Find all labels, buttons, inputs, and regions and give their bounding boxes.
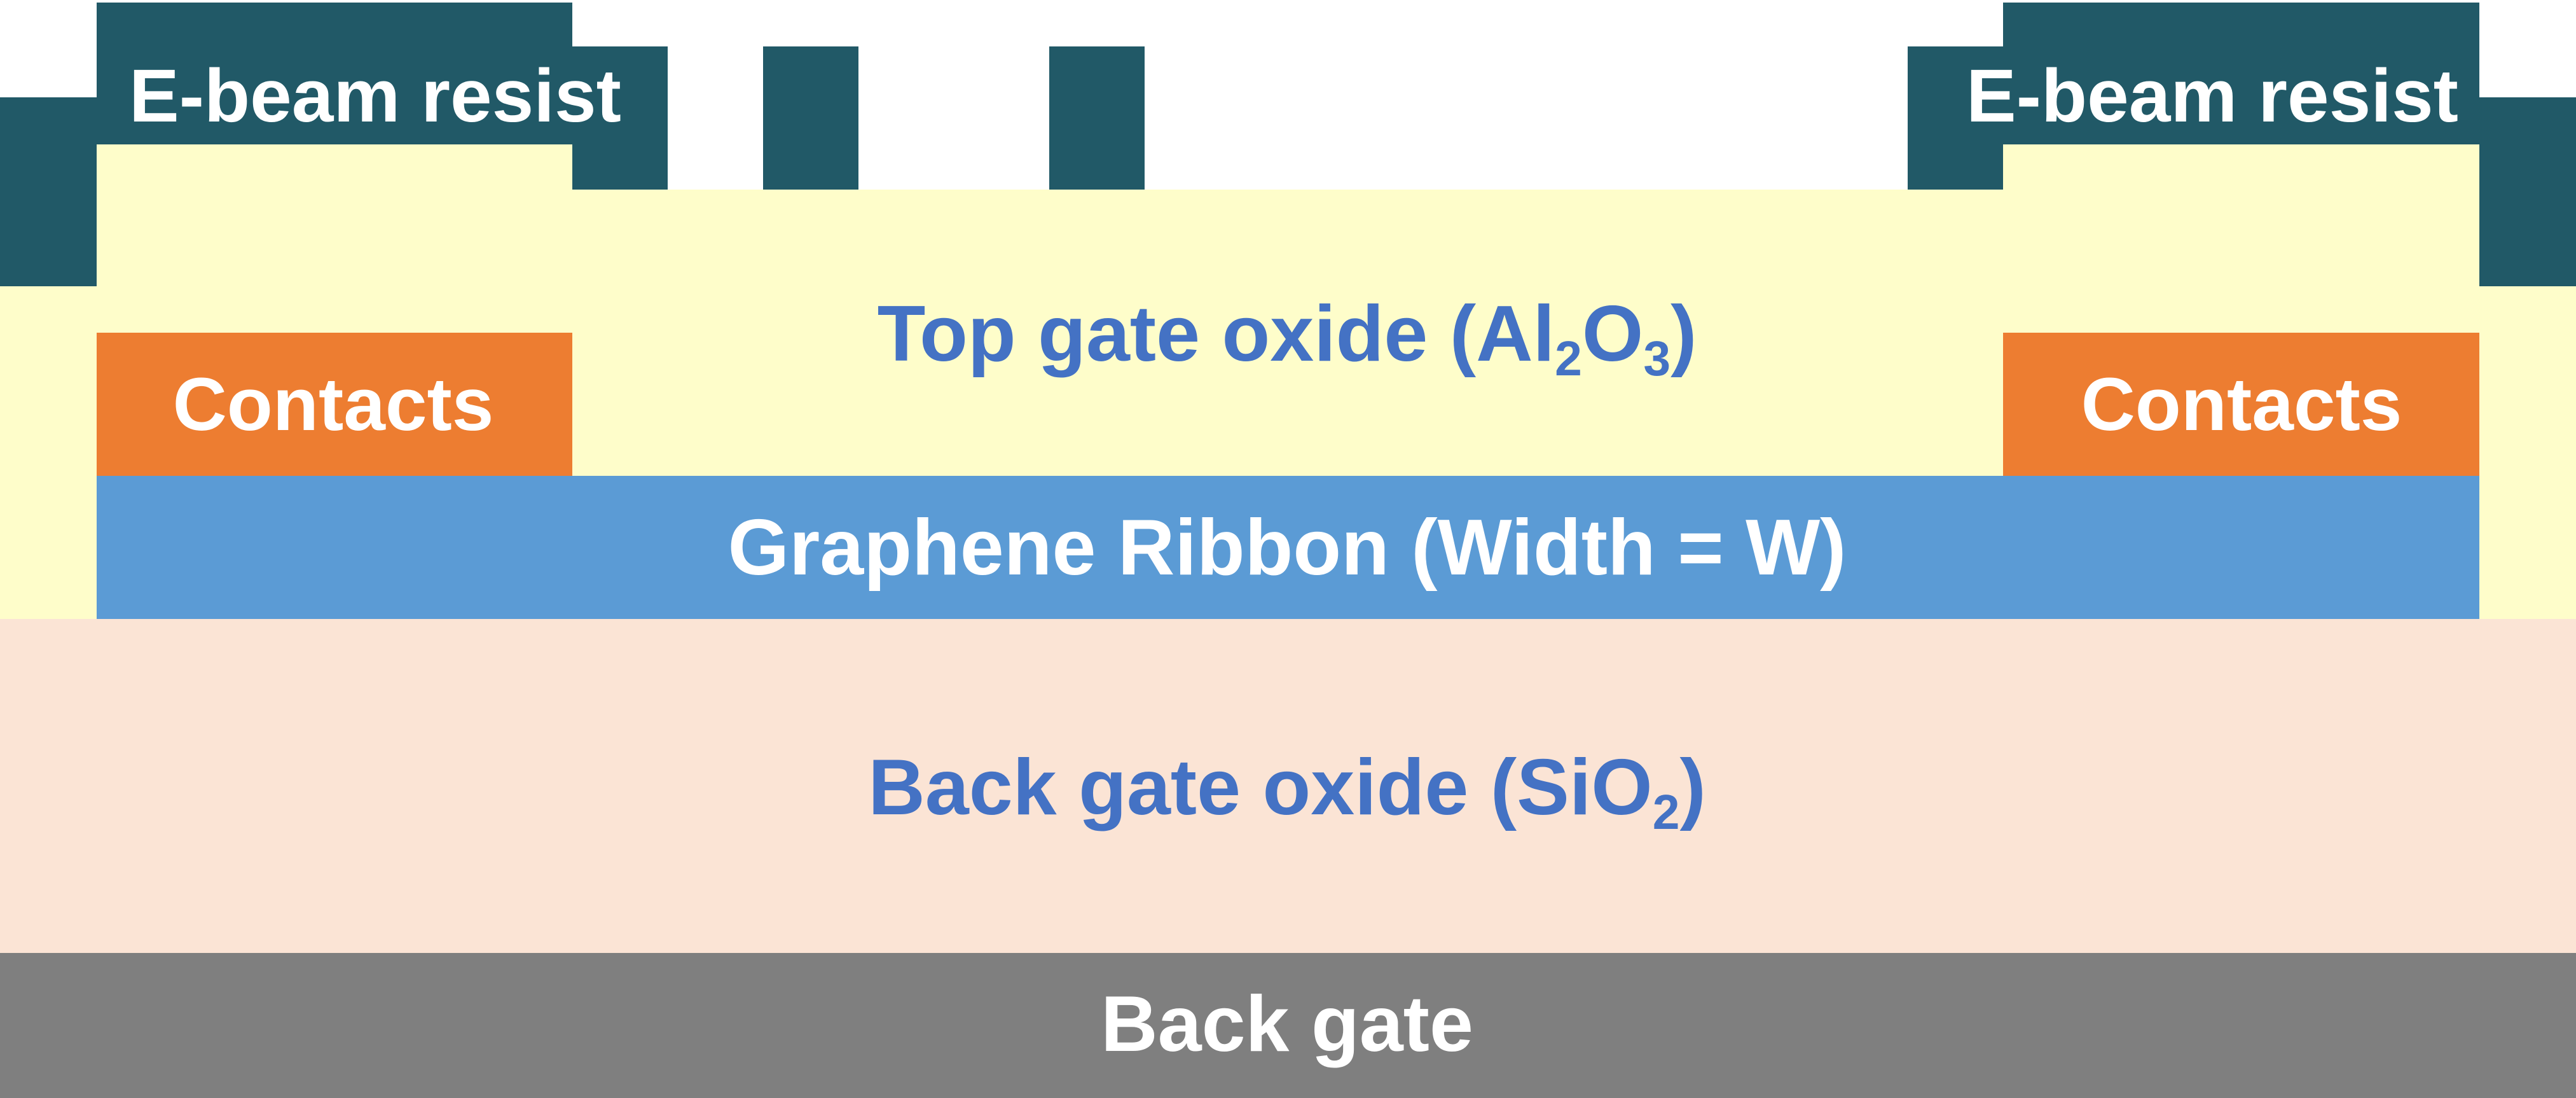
device-cross-section: E-beam resist E-beam resist Top gate oxi…: [0, 0, 2576, 1098]
top-gate-oxide-label: Top gate oxide (Al2O3): [877, 290, 1697, 387]
resist-left-label: E-beam resist: [129, 54, 621, 138]
resist-opening-2: [858, 46, 1049, 190]
resist-right-label: E-beam resist: [1966, 54, 2458, 138]
resist-opening-1: [668, 46, 763, 190]
back-gate-oxide-label: Back gate oxide (SiO2): [868, 744, 1706, 840]
contacts-right-label: Contacts: [2081, 363, 2402, 447]
resist-right-step: [2479, 97, 2576, 286]
graphene-ribbon-label: Graphene Ribbon (Width = W): [727, 504, 1847, 592]
resist-opening-3: [1145, 46, 1908, 190]
contacts-left-label: Contacts: [172, 363, 494, 447]
resist-left-step: [0, 97, 97, 286]
back-gate-label: Back gate: [1101, 980, 1473, 1068]
